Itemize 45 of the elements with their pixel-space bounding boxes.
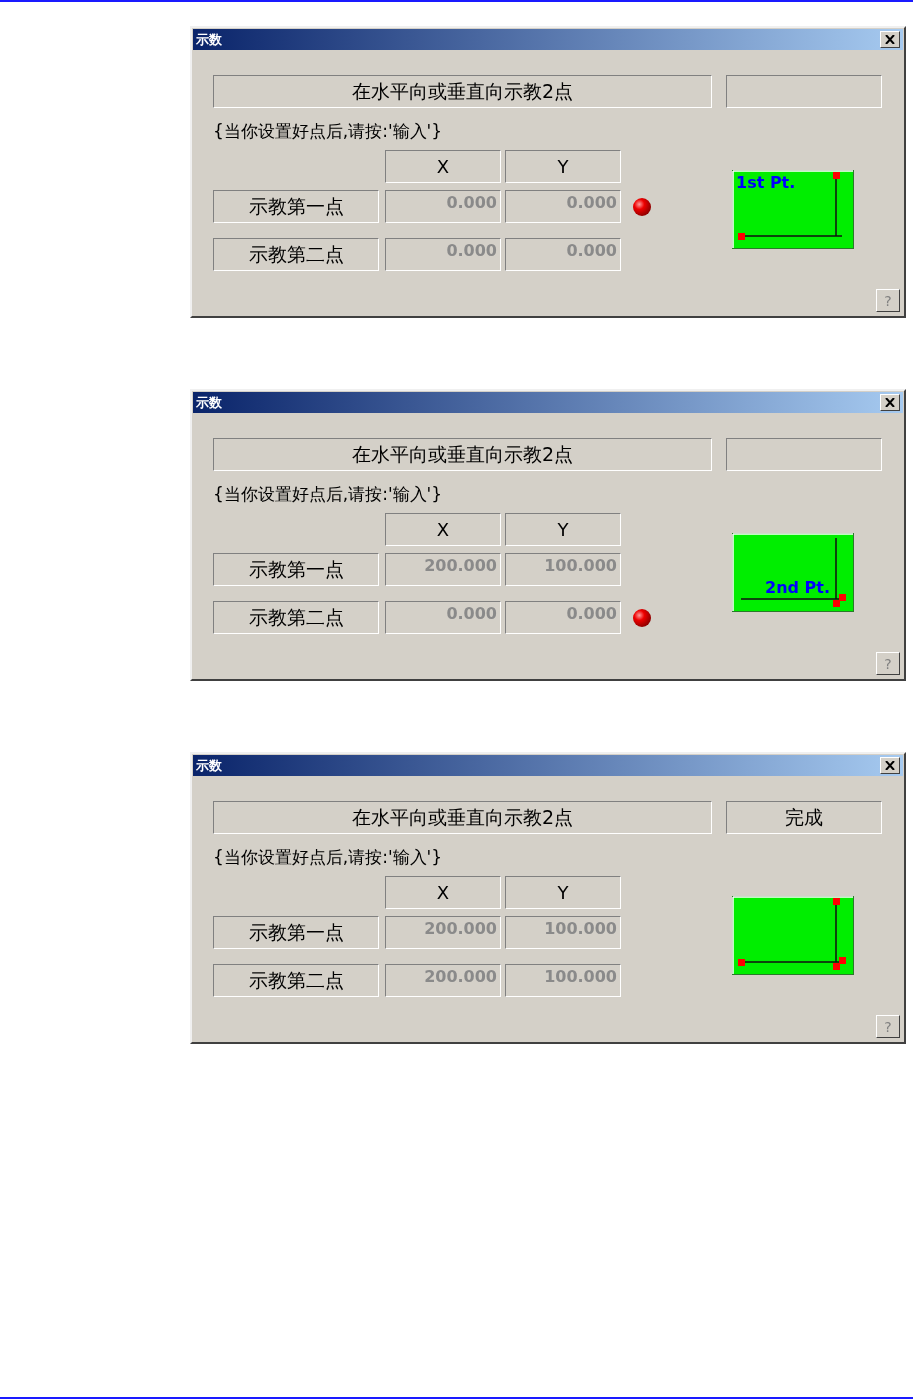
row-label: 示教第一点	[213, 916, 379, 949]
column-header: X	[385, 150, 501, 183]
close-icon	[885, 761, 895, 770]
value-field: 0.000	[505, 238, 621, 271]
row-label: 示教第二点	[213, 964, 379, 997]
status-label: 完成	[726, 801, 882, 834]
value-field: 0.000	[385, 190, 501, 223]
row-label: 示教第二点	[213, 238, 379, 271]
column-header: X	[385, 876, 501, 909]
value-field: 0.000	[505, 601, 621, 634]
row-label: 示教第二点	[213, 601, 379, 634]
close-icon	[885, 35, 895, 44]
value-field: 0.000	[505, 190, 621, 223]
hint-text: {当你设置好点后,请按:'输入'}	[213, 120, 444, 143]
column-header: Y	[505, 150, 621, 183]
diagram-caption: 2nd Pt.	[765, 578, 830, 597]
window-title: 示数	[196, 756, 222, 775]
value-field: 200.000	[385, 964, 501, 997]
value-field: 100.000	[505, 553, 621, 586]
close-button[interactable]	[880, 394, 900, 411]
help-button[interactable]: ?	[876, 1015, 900, 1038]
hint-text: {当你设置好点后,请按:'输入'}	[213, 846, 444, 869]
value-field: 200.000	[385, 916, 501, 949]
row-label: 示教第一点	[213, 190, 379, 223]
instruction-label: 在水平向或垂直向示教2点	[213, 801, 712, 834]
hint-text: {当你设置好点后,请按:'输入'}	[213, 483, 444, 506]
diagram-caption: 1st Pt.	[736, 173, 796, 192]
column-header: X	[385, 513, 501, 546]
instruction-label: 在水平向或垂直向示教2点	[213, 75, 712, 108]
window-title: 示数	[196, 30, 222, 49]
value-field: 200.000	[385, 553, 501, 586]
value-field: 0.000	[385, 238, 501, 271]
window-title: 示数	[196, 393, 222, 412]
value-field: 100.000	[505, 916, 621, 949]
close-button[interactable]	[880, 31, 900, 48]
value-field: 0.000	[385, 601, 501, 634]
close-icon	[885, 398, 895, 407]
column-header: Y	[505, 513, 621, 546]
help-button[interactable]: ?	[876, 652, 900, 675]
row-label: 示教第一点	[213, 553, 379, 586]
value-field: 100.000	[505, 964, 621, 997]
help-button[interactable]: ?	[876, 289, 900, 312]
column-header: Y	[505, 876, 621, 909]
instruction-label: 在水平向或垂直向示教2点	[213, 438, 712, 471]
close-button[interactable]	[880, 757, 900, 774]
